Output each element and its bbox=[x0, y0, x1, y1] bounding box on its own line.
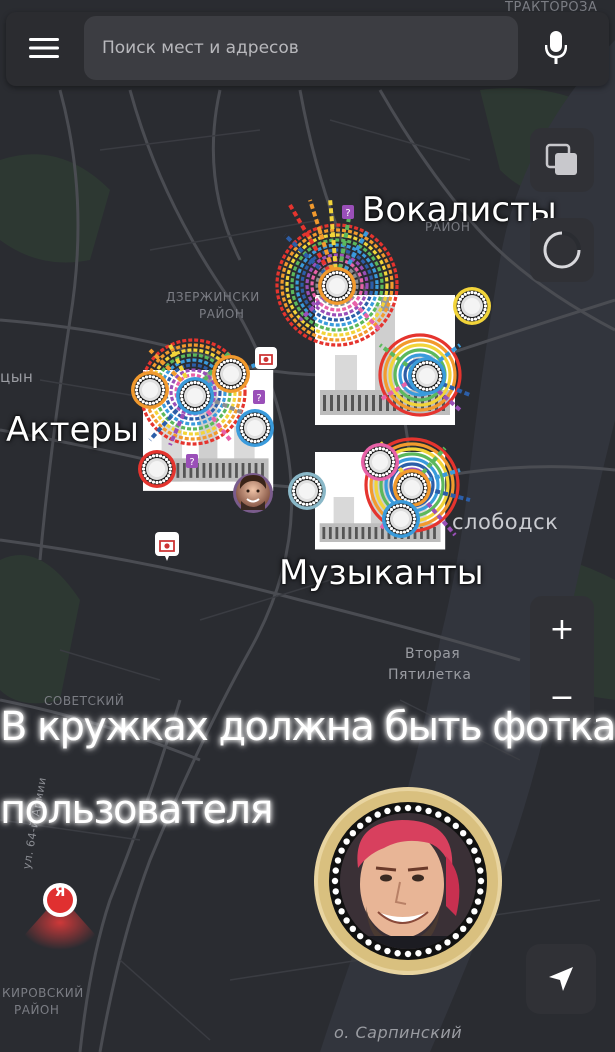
user-photo-circle[interactable] bbox=[176, 377, 214, 415]
user-photo-circle[interactable] bbox=[131, 371, 169, 409]
svg-text:?: ? bbox=[189, 457, 194, 468]
question-badge-icon: ? bbox=[342, 205, 354, 219]
user-photo-circle[interactable] bbox=[236, 409, 274, 447]
svg-text:?: ? bbox=[345, 208, 350, 219]
traffic-icon bbox=[543, 231, 581, 269]
zoom-in-button[interactable]: + bbox=[549, 615, 574, 645]
map-label-place: слободск bbox=[452, 510, 559, 534]
layers-icon bbox=[545, 143, 577, 175]
camera-marker-icon[interactable] bbox=[255, 347, 277, 369]
user-photo-circle[interactable] bbox=[212, 355, 250, 393]
user-photo-circle[interactable] bbox=[361, 443, 399, 481]
user-photo-circle[interactable] bbox=[453, 287, 491, 325]
my-location-button[interactable] bbox=[526, 944, 596, 1014]
map-label-place: цын bbox=[0, 368, 34, 386]
category-label-vocalists: Вокалисты bbox=[362, 190, 557, 230]
caption-line-1: В кружках должна быть фотка bbox=[0, 704, 615, 750]
question-badge-icon: ? bbox=[253, 390, 265, 404]
map-label-district: КИРОВСКИЙ bbox=[2, 986, 84, 1000]
map-label-island: о. Сарпинский bbox=[334, 1023, 463, 1042]
voice-search-button[interactable] bbox=[530, 24, 582, 72]
map-label-district: РАЙОН bbox=[14, 1003, 60, 1017]
user-photo-circle[interactable] bbox=[288, 472, 326, 510]
profile-photo-circle[interactable] bbox=[306, 786, 510, 976]
user-photo-circle[interactable] bbox=[382, 500, 420, 538]
traffic-button[interactable] bbox=[530, 218, 594, 282]
category-label-musicians: Музыканты bbox=[279, 553, 484, 593]
map-label-place: Пятилетка bbox=[388, 667, 472, 683]
caption-line-2: пользователя bbox=[0, 787, 274, 833]
map-label-district: ДЗЕРЖИНСКИ bbox=[166, 290, 260, 304]
yandex-pin-label: Я bbox=[54, 884, 66, 900]
map-label-district: РАЙОН bbox=[199, 307, 245, 321]
category-label-actors: Актеры bbox=[6, 410, 139, 450]
search-input[interactable]: Поиск мест и адресов bbox=[84, 16, 518, 80]
location-arrow-icon bbox=[549, 967, 573, 991]
map-label-place: Вторая bbox=[405, 646, 461, 662]
question-badge-icon: ? bbox=[186, 454, 198, 468]
svg-text:?: ? bbox=[256, 393, 261, 404]
layers-button[interactable] bbox=[530, 128, 594, 192]
menu-button[interactable] bbox=[16, 24, 72, 72]
user-photo-circle[interactable] bbox=[408, 357, 446, 395]
hamburger-menu-icon bbox=[29, 38, 59, 58]
microphone-icon bbox=[545, 31, 567, 64]
user-photo-circle[interactable] bbox=[138, 450, 176, 488]
user-photo-circle[interactable] bbox=[318, 267, 356, 305]
user-avatar-small[interactable] bbox=[233, 473, 273, 513]
